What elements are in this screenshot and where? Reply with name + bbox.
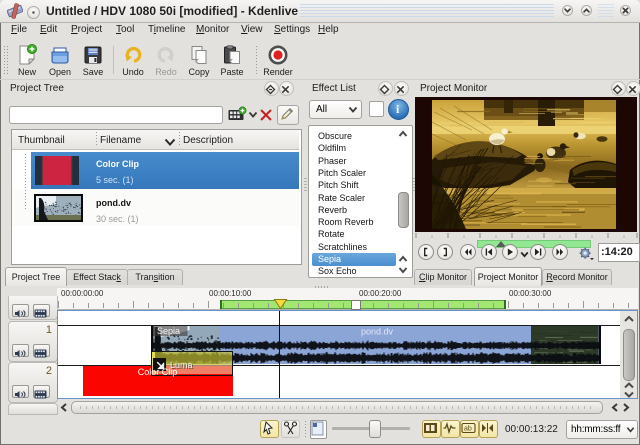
svg-text:00:00:20:00: 00:00:20:00 — [359, 289, 402, 298]
svg-text:ab: ab — [464, 426, 472, 433]
svg-text:00:00:10:00: 00:00:10:00 — [209, 289, 252, 298]
svg-text:pond.dv: pond.dv — [361, 327, 394, 337]
svg-text:00:00:30:00: 00:00:30:00 — [509, 289, 552, 298]
svg-text:Sepia: Sepia — [157, 326, 180, 336]
svg-text:00:00:00:00: 00:00:00:00 — [61, 289, 104, 298]
